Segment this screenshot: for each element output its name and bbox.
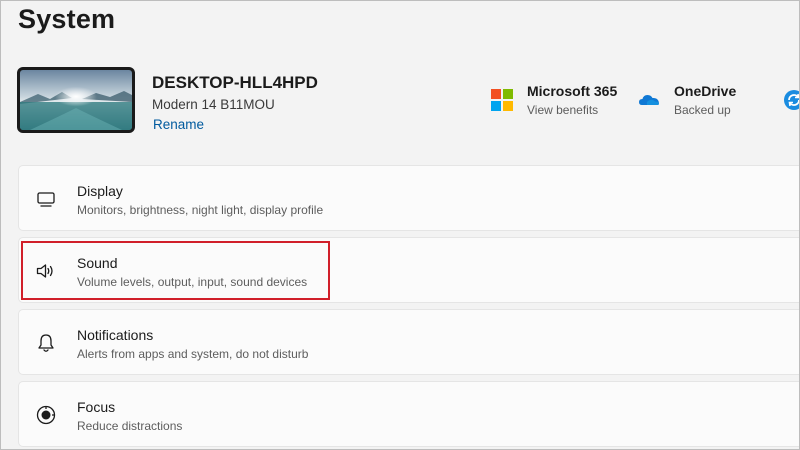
settings-item-display[interactable]: Display Monitors, brightness, night ligh…: [18, 165, 799, 231]
wallpaper-image: [20, 70, 132, 130]
settings-item-title: Notifications: [77, 327, 154, 343]
page-title: System: [18, 4, 116, 34]
rename-link[interactable]: Rename: [153, 117, 204, 132]
tile-subtitle: View benefits: [527, 103, 599, 117]
microsoft-logo-icon: [491, 89, 513, 111]
display-icon: [35, 188, 57, 210]
settings-item-subtitle: Alerts from apps and system, do not dist…: [77, 347, 309, 361]
sync-icon: [783, 89, 799, 111]
settings-item-subtitle: Monitors, brightness, night light, displ…: [77, 203, 324, 217]
bell-icon: [35, 332, 57, 354]
settings-item-sound[interactable]: Sound Volume levels, output, input, soun…: [18, 237, 799, 303]
device-model: Modern 14 B11MOU: [152, 97, 275, 112]
settings-item-subtitle: Volume levels, output, input, sound devi…: [77, 275, 308, 289]
settings-item-title: Focus: [77, 399, 116, 415]
device-wallpaper-thumbnail: [17, 67, 135, 133]
settings-item-notifications[interactable]: Notifications Alerts from apps and syste…: [18, 309, 799, 375]
onedrive-cloud-icon: [638, 89, 660, 111]
focus-icon: [35, 404, 57, 426]
settings-item-focus[interactable]: Focus Reduce distractions: [18, 381, 799, 447]
microsoft-365-tile[interactable]: Microsoft 365 View benefits: [491, 81, 631, 123]
speaker-icon: [35, 260, 57, 282]
settings-item-subtitle: Reduce distractions: [77, 419, 183, 433]
tile-subtitle: Backed up: [674, 103, 731, 117]
onedrive-tile[interactable]: OneDrive Backed up: [638, 81, 768, 123]
device-name: DESKTOP-HLL4HPD: [152, 73, 318, 92]
settings-window: System DESKTOP-HLL4HPD Modern 14 B11MOU …: [0, 0, 800, 450]
tile-title: OneDrive: [674, 83, 737, 99]
windows-update-tile[interactable]: [783, 81, 799, 123]
settings-item-title: Sound: [77, 255, 118, 271]
settings-item-title: Display: [77, 183, 123, 199]
tile-title: Microsoft 365: [527, 83, 618, 99]
